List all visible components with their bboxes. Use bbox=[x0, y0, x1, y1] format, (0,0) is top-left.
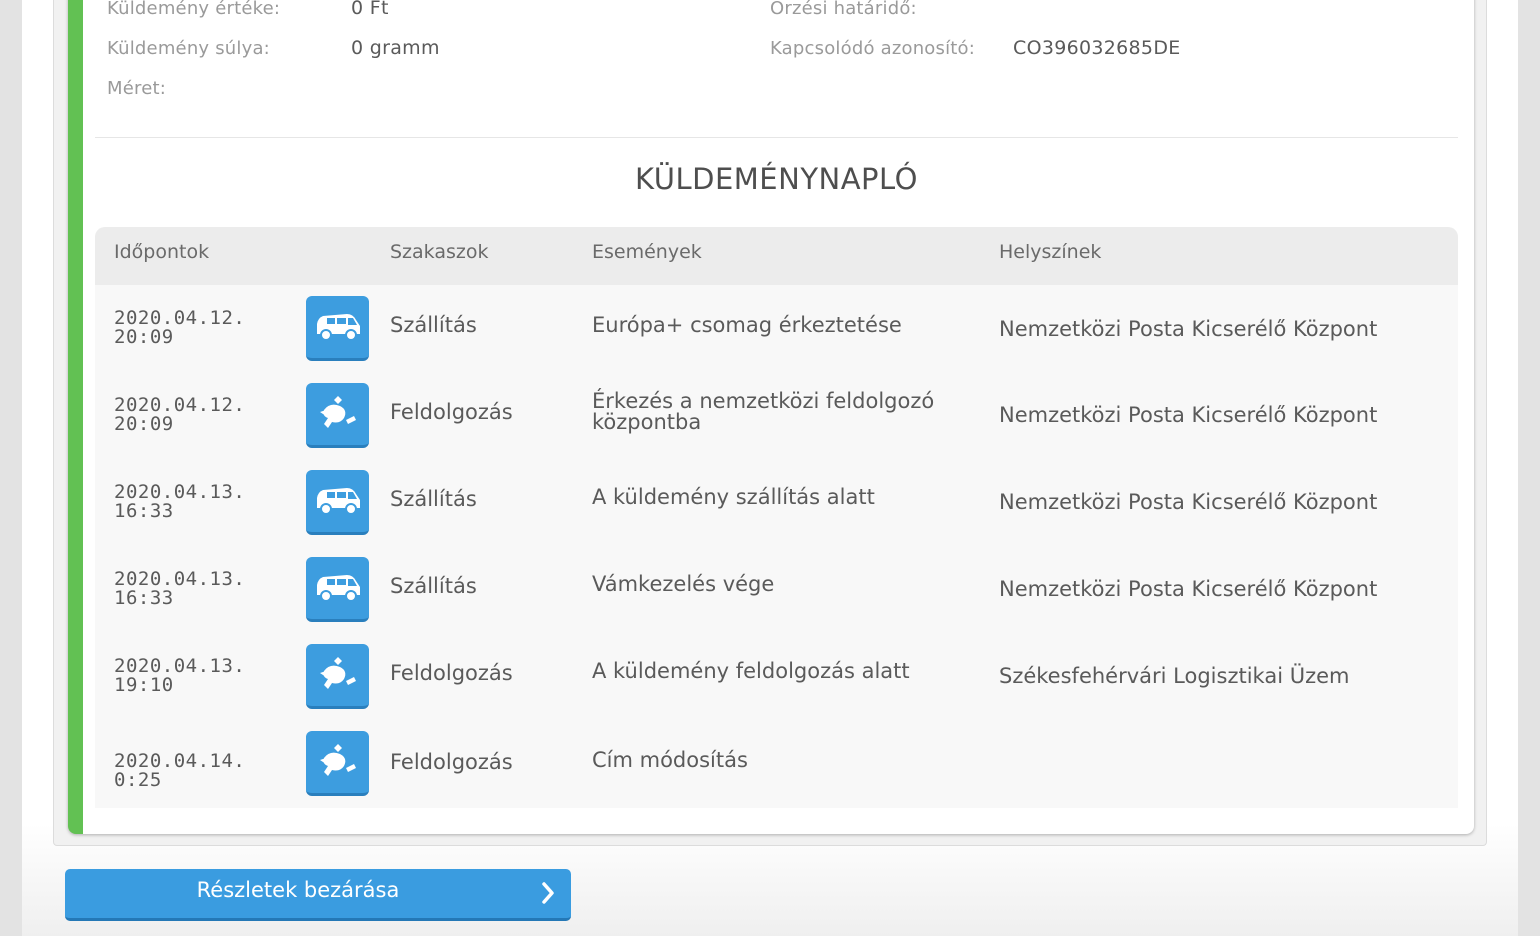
header-event: Események bbox=[592, 241, 702, 263]
shipment-log-table: Időpontok Szakaszok Események Helyszínek… bbox=[95, 227, 1458, 808]
row-event: Érkezés a nemzetközi feldolgozó központb… bbox=[592, 389, 935, 434]
row-stage: Feldolgozás bbox=[390, 750, 513, 774]
value-field: 0 Ft bbox=[351, 0, 389, 19]
shipment-log-title: KÜLDEMÉNYNAPLÓ bbox=[635, 162, 918, 196]
related-id-label: Kapcsolódó azonosító: bbox=[770, 38, 976, 59]
row-time: 0:25 bbox=[114, 769, 162, 791]
row-event: Vámkezelés vége bbox=[592, 572, 775, 596]
header-time: Időpontok bbox=[114, 241, 210, 263]
row-timestamp: 2020.04.12. 20:09 bbox=[114, 396, 294, 434]
deadline-label: Őrzési határidő: bbox=[770, 0, 917, 19]
processing-icon bbox=[306, 644, 369, 709]
row-timestamp: 2020.04.13. 16:33 bbox=[114, 570, 294, 608]
section-divider bbox=[95, 137, 1458, 138]
table-row: 2020.04.13. 16:33 Szállítás Vámkezelés v… bbox=[95, 547, 1458, 634]
row-stage: Feldolgozás bbox=[390, 400, 513, 424]
row-location: Nemzetközi Posta Kicserélő Központ bbox=[999, 403, 1378, 427]
processing-icon bbox=[306, 731, 369, 796]
table-row: 2020.04.13. 19:10 Feldolgozás A küldemén… bbox=[95, 634, 1458, 721]
row-event: A küldemény feldolgozás alatt bbox=[592, 659, 910, 683]
van-icon bbox=[306, 470, 369, 535]
row-time: 20:09 bbox=[114, 326, 174, 348]
row-location: Székesfehérvári Logisztikai Üzem bbox=[999, 664, 1350, 688]
row-time: 20:09 bbox=[114, 413, 174, 435]
table-row: 2020.04.13. 16:33 Szállítás A küldemény … bbox=[95, 460, 1458, 547]
value-label: Küldemény értéke: bbox=[107, 0, 281, 19]
row-stage: Feldolgozás bbox=[390, 661, 513, 685]
row-stage: Szállítás bbox=[390, 313, 477, 337]
row-timestamp: 2020.04.14. 0:25 bbox=[114, 752, 294, 790]
row-timestamp: 2020.04.12. 20:09 bbox=[114, 309, 294, 347]
row-stage: Szállítás bbox=[390, 487, 477, 511]
row-timestamp: 2020.04.13. 19:10 bbox=[114, 657, 294, 695]
row-time: 16:33 bbox=[114, 500, 174, 522]
processing-icon bbox=[306, 383, 369, 448]
table-row: 2020.04.14. 0:25 Feldolgozás Cím módosít… bbox=[95, 721, 1458, 808]
row-event: Cím módosítás bbox=[592, 748, 748, 772]
weight-field: 0 gramm bbox=[351, 37, 440, 59]
table-header: Időpontok Szakaszok Események Helyszínek bbox=[95, 227, 1458, 285]
related-id-field: CO396032685DE bbox=[1013, 37, 1181, 59]
weight-label: Küldemény súlya: bbox=[107, 38, 270, 59]
size-label: Méret: bbox=[107, 78, 167, 99]
close-details-label: Részletek bezárása bbox=[196, 878, 400, 902]
row-timestamp: 2020.04.13. 16:33 bbox=[114, 483, 294, 521]
table-row: 2020.04.12. 20:09 Feldolgozás Érkezés a … bbox=[95, 373, 1458, 460]
row-time: 19:10 bbox=[114, 674, 174, 696]
table-row: 2020.04.12. 20:09 Szállítás Európa+ csom… bbox=[95, 286, 1458, 373]
row-location: Nemzetközi Posta Kicserélő Központ bbox=[999, 490, 1378, 514]
row-stage: Szállítás bbox=[390, 574, 477, 598]
row-location: Nemzetközi Posta Kicserélő Központ bbox=[999, 577, 1378, 601]
header-stage: Szakaszok bbox=[390, 241, 489, 263]
header-location: Helyszínek bbox=[999, 241, 1102, 263]
row-time: 16:33 bbox=[114, 587, 174, 609]
van-icon bbox=[306, 296, 369, 361]
chevron-right-icon bbox=[541, 881, 555, 909]
close-details-button[interactable]: Részletek bezárása bbox=[65, 869, 571, 921]
row-event: A küldemény szállítás alatt bbox=[592, 485, 875, 509]
van-icon bbox=[306, 557, 369, 622]
row-location: Nemzetközi Posta Kicserélő Központ bbox=[999, 317, 1378, 341]
row-event: Európa+ csomag érkeztetése bbox=[592, 313, 902, 337]
